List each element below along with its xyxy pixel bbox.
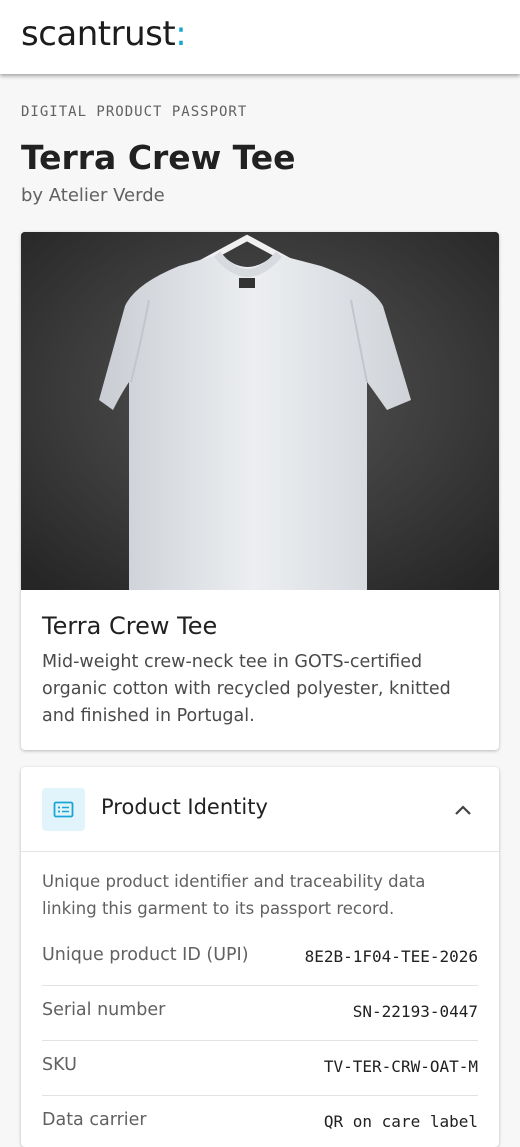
row-value: TV-TER-CRW-OAT-M: [323, 1057, 478, 1076]
row-value: QR on care label: [323, 1112, 478, 1131]
scantrust-logo[interactable]: scantrust:: [21, 14, 187, 54]
product-identity-section: Product Identity Unique product identifi…: [21, 767, 499, 1147]
row-value: 8E2B-1F04-TEE-2026: [304, 947, 478, 966]
product-name: Terra Crew Tee: [42, 612, 218, 640]
chevron-up-icon[interactable]: [451, 799, 475, 823]
table-row: Unique product ID (UPI) 8E2B-1F04-TEE-20…: [42, 931, 478, 986]
brand-line: by Atelier Verde: [21, 185, 165, 206]
logo-colon: :: [175, 14, 187, 54]
section-title: Product Identity: [101, 795, 268, 819]
identity-rows: Unique product ID (UPI) 8E2B-1F04-TEE-20…: [42, 931, 478, 1147]
row-label: Unique product ID (UPI): [42, 945, 249, 965]
row-label: SKU: [42, 1055, 77, 1075]
product-description: Mid-weight crew-neck tee in GOTS-certifi…: [42, 652, 451, 726]
row-value: SN-22193-0447: [352, 1002, 478, 1021]
product-photo: [21, 232, 499, 590]
product-card: Terra Crew Tee Mid-weight crew-neck tee …: [21, 232, 499, 750]
t-shirt-photo: [21, 232, 499, 590]
app-header: scantrust:: [0, 0, 520, 74]
row-label: Serial number: [42, 1000, 166, 1020]
page-eyebrow: DIGITAL PRODUCT PASSPORT: [21, 104, 248, 120]
row-label: Data carrier: [42, 1110, 147, 1130]
table-row: Serial number SN-22193-0447: [42, 986, 478, 1041]
product-identity-header[interactable]: Product Identity: [21, 767, 499, 852]
id-card-icon: [42, 788, 85, 831]
logo-text: scantrust: [21, 14, 176, 54]
table-row: Data carrier QR on care label: [42, 1096, 478, 1147]
section-description: Unique product identifier and traceabili…: [42, 872, 426, 918]
table-row: SKU TV-TER-CRW-OAT-M: [42, 1041, 478, 1096]
page-title: Terra Crew Tee: [21, 138, 296, 177]
